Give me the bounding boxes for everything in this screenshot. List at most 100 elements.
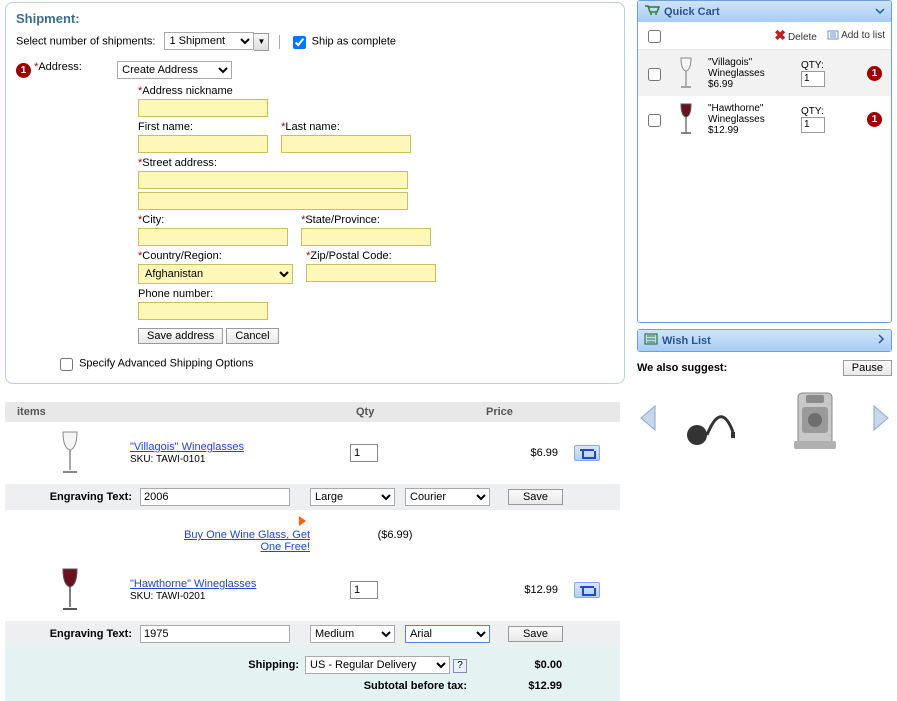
street2-input[interactable] (138, 192, 408, 210)
step-badge: 1 (16, 63, 31, 78)
engrave-text-input[interactable] (140, 625, 290, 643)
wineglass-icon (55, 565, 85, 615)
subtotal-label: Subtotal before tax: (15, 680, 467, 692)
suggest-product-2[interactable] (770, 382, 860, 457)
adv-shipping-label: Specify Advanced Shipping Options (79, 357, 253, 369)
quick-cart-title: Quick Cart (664, 6, 875, 18)
product-link[interactable]: "Hawthorne" Wineglasses (130, 578, 256, 590)
next-arrow-icon[interactable] (870, 403, 892, 436)
cart-qty-input[interactable] (801, 117, 825, 133)
add-to-cart-button[interactable] (574, 445, 600, 461)
cart-item: "Villagois" Wineglasses $6.99 QTY: 1 (638, 50, 891, 96)
quick-cart-header[interactable]: Quick Cart (638, 1, 891, 22)
cart-item: "Hawthorne" Wineglasses $12.99 QTY: 1 (638, 96, 891, 142)
engrave-font-select[interactable]: Courier (405, 488, 490, 506)
product-link[interactable]: "Villagois" Wineglasses (130, 441, 244, 453)
ship-complete-checkbox[interactable] (293, 36, 306, 49)
product-image (10, 428, 130, 478)
add-to-cart-button[interactable] (574, 582, 600, 598)
items-col-name: items (5, 402, 350, 422)
country-select[interactable]: Afghanistan (138, 264, 293, 284)
suggestions-panel: We also suggest: Pause (637, 362, 892, 457)
address-select[interactable]: Create Address (117, 61, 232, 79)
cart-icon (644, 4, 660, 19)
phone-input[interactable] (138, 302, 268, 320)
engrave-save-button[interactable]: Save (508, 489, 563, 505)
state-label: State/Province: (305, 214, 380, 226)
cart-item-image (670, 102, 702, 136)
cart-qty-input[interactable] (801, 71, 825, 87)
suggest-product-1[interactable] (669, 382, 759, 457)
shipment-panel: Shipment: Select number of shipments: 1 … (5, 2, 625, 384)
cart-item-name: "Hawthorne" Wineglasses (708, 103, 795, 125)
add-to-list-button[interactable]: Add to list (827, 30, 885, 41)
cart-item-price: $12.99 (708, 125, 795, 136)
pause-button[interactable]: Pause (843, 360, 892, 376)
first-name-label: First name: (138, 121, 268, 133)
promo-price: ($6.99) (310, 529, 480, 541)
cart-item-badge: 1 (867, 112, 882, 127)
item-row: "Hawthorne" Wineglasses SKU: TAWI-0201 $… (0, 559, 625, 621)
qty-label: QTY: (801, 60, 861, 71)
engrave-row: Engraving Text: Large Courier Save (5, 484, 620, 510)
item-price: $12.99 (480, 584, 558, 596)
select-all-checkbox[interactable] (648, 30, 661, 43)
street-label: Street address: (142, 157, 217, 169)
cart-item-name: "Villagois" Wineglasses (708, 57, 795, 79)
cart-item-checkbox[interactable] (648, 68, 661, 81)
engrave-row: Engraving Text: Medium Arial Save (5, 621, 620, 647)
adv-shipping-checkbox[interactable] (60, 358, 73, 371)
list-icon (644, 333, 658, 348)
chevron-right-icon[interactable] (877, 334, 885, 347)
wish-list-header[interactable]: Wish List (638, 330, 891, 351)
list-icon (827, 30, 839, 40)
arrow-right-icon (299, 516, 306, 526)
first-name-input[interactable] (138, 135, 268, 153)
product-sku: SKU: TAWI-0101 (130, 454, 205, 465)
subtotal-value: $12.99 (467, 680, 562, 692)
cancel-button[interactable]: Cancel (226, 328, 278, 344)
city-label: City: (142, 214, 164, 226)
cart-item-badge: 1 (867, 66, 882, 81)
shipments-extra-toggle[interactable]: ▼ (254, 33, 269, 51)
nickname-label: Address nickname (142, 85, 233, 97)
engrave-save-button[interactable]: Save (508, 626, 563, 642)
chevron-down-icon[interactable] (875, 6, 885, 18)
items-col-qty: Qty (350, 402, 480, 422)
shipping-method-select[interactable]: US - Regular Delivery (305, 656, 450, 674)
quick-cart-toolbar: ✖Delete Add to list (638, 22, 891, 50)
nickname-input[interactable] (138, 99, 268, 117)
shipments-label: Select number of shipments: (16, 35, 155, 47)
delete-button[interactable]: ✖Delete (774, 27, 817, 44)
zip-input[interactable] (306, 264, 436, 282)
separator (279, 35, 280, 49)
quick-cart-panel: Quick Cart ✖Delete Add to list (637, 0, 892, 323)
address-label: Address: (38, 61, 81, 73)
state-input[interactable] (301, 228, 431, 246)
city-input[interactable] (138, 228, 288, 246)
country-label: Country/Region: (142, 250, 222, 262)
engrave-size-select[interactable]: Medium (310, 625, 395, 643)
shipments-select[interactable]: 1 Shipment (164, 32, 254, 50)
ship-complete-label: Ship as complete (312, 35, 396, 47)
cart-item-checkbox[interactable] (648, 114, 661, 127)
engrave-text-input[interactable] (140, 488, 290, 506)
street1-input[interactable] (138, 171, 408, 189)
save-address-button[interactable]: Save address (138, 328, 223, 344)
shipping-value: $0.00 (467, 659, 562, 671)
wineglass-icon (55, 428, 85, 478)
engrave-font-select[interactable]: Arial (405, 625, 490, 643)
qty-input[interactable] (350, 444, 378, 462)
address-form: *Address nickname First name: *Last name… (138, 85, 614, 344)
last-name-input[interactable] (281, 135, 411, 153)
help-icon[interactable]: ? (453, 659, 467, 673)
prev-arrow-icon[interactable] (637, 403, 659, 436)
engrave-size-select[interactable]: Large (310, 488, 395, 506)
promo-row: Buy One Wine Glass, Get One Free! ($6.99… (0, 510, 625, 559)
wish-list-title: Wish List (662, 335, 877, 347)
qty-input[interactable] (350, 581, 378, 599)
shipping-label: Shipping: (15, 659, 305, 671)
promo-link[interactable]: Buy One Wine Glass, Get One Free! (180, 529, 310, 553)
zip-label: Zip/Postal Code: (310, 250, 391, 262)
totals-panel: Shipping: US - Regular Delivery ? $0.00 … (5, 647, 620, 701)
